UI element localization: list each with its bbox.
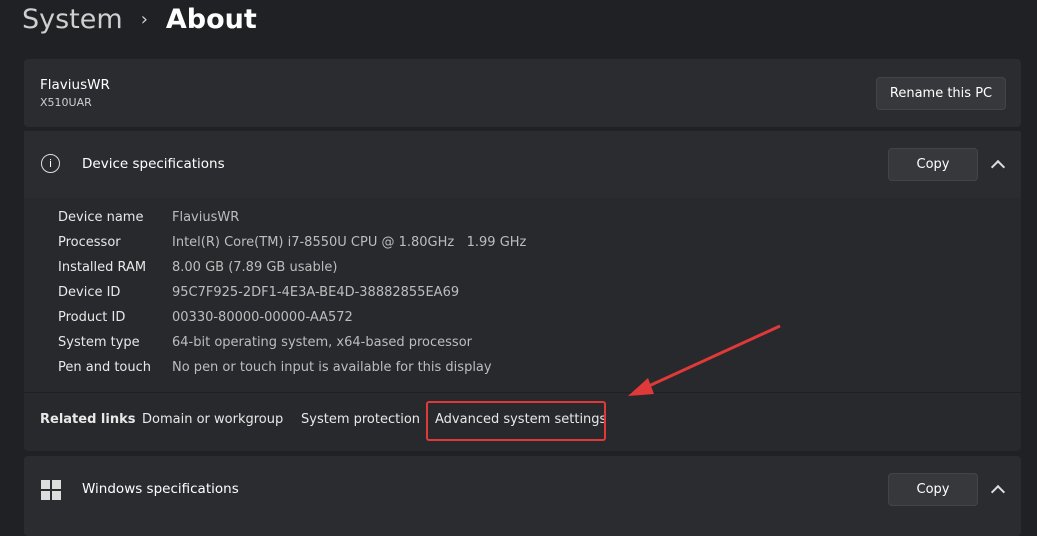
copy-windows-specs-button[interactable]: Copy <box>888 473 978 506</box>
windows-specs-card: Windows specifications Copy <box>24 456 1021 536</box>
windows-specs-title: Windows specifications <box>82 481 239 497</box>
annotation-arrow <box>628 324 781 396</box>
chevron-up-icon[interactable] <box>990 484 1006 500</box>
windows-logo-icon <box>41 480 61 500</box>
